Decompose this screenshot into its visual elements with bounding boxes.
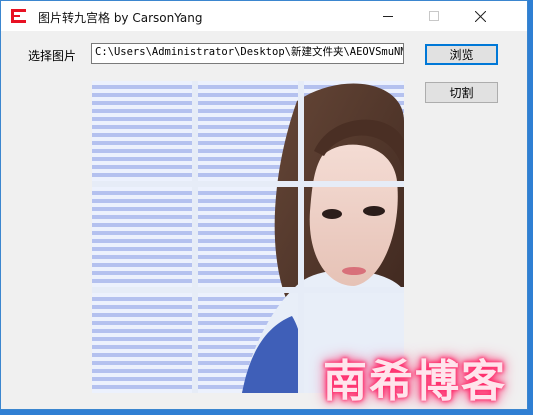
portrait-image xyxy=(277,100,298,181)
grid-tile xyxy=(198,81,298,181)
app-icon xyxy=(11,9,26,23)
portrait-image xyxy=(242,293,298,393)
grid-tile xyxy=(304,81,404,181)
window-title: 图片转九宫格 by CarsonYang xyxy=(38,11,203,25)
grid-tile xyxy=(92,187,192,287)
select-image-label: 选择图片 xyxy=(28,49,77,63)
grid-tile xyxy=(304,187,404,287)
portrait-image xyxy=(92,293,192,393)
close-button[interactable] xyxy=(457,1,503,31)
title-bar[interactable]: 图片转九宫格 by CarsonYang xyxy=(1,1,527,31)
close-icon xyxy=(474,10,486,22)
main-window: 图片转九宫格 by CarsonYang 选择图片 C:\Users\Admin… xyxy=(0,0,528,410)
image-path-input[interactable]: C:\Users\Administrator\Desktop\新建文件夹\AEO… xyxy=(91,43,404,64)
portrait-image xyxy=(92,187,192,287)
grid-tile xyxy=(92,81,192,181)
portrait-image xyxy=(304,187,404,287)
grid-tile xyxy=(198,187,298,287)
watermark-text: 南希博客 xyxy=(323,356,507,407)
minimize-button[interactable] xyxy=(365,1,411,31)
portrait-image xyxy=(304,83,404,181)
maximize-button[interactable] xyxy=(411,1,457,31)
maximize-icon xyxy=(429,11,439,21)
cut-button[interactable]: 切割 xyxy=(425,82,498,103)
browse-button[interactable]: 浏览 xyxy=(425,44,498,65)
grid-tile xyxy=(92,293,192,393)
portrait-image xyxy=(92,81,192,181)
minimize-icon xyxy=(383,16,393,17)
portrait-image xyxy=(274,187,298,287)
grid-tile xyxy=(198,293,298,393)
